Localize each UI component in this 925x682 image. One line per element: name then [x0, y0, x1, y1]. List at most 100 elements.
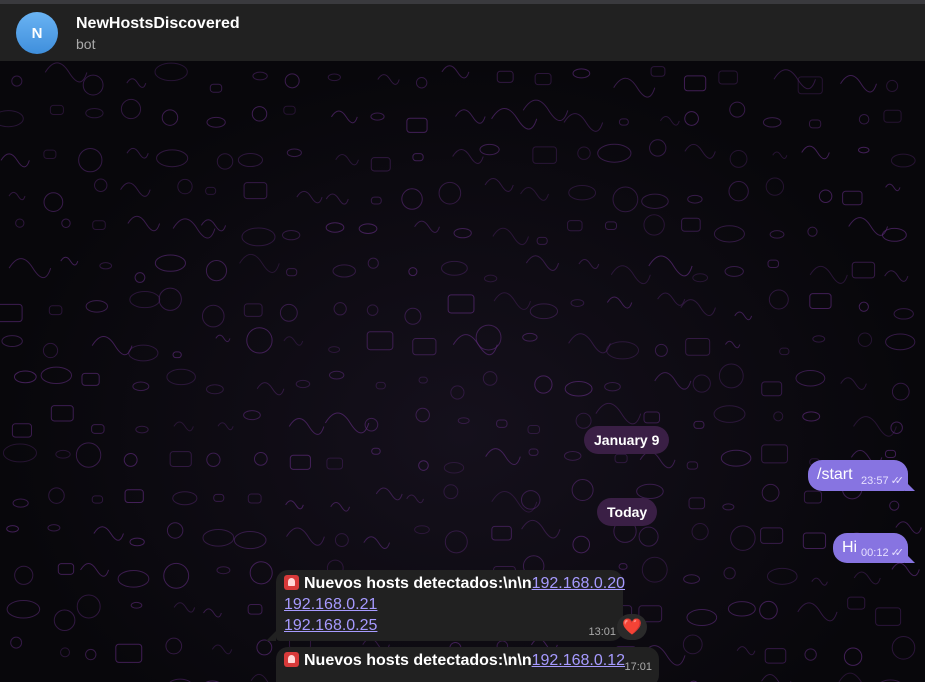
doodle-shape [761, 381, 783, 397]
doodle-shape [251, 106, 268, 122]
doodle-shape [370, 112, 385, 121]
doodle-shape [281, 229, 301, 241]
outgoing-message-start[interactable]: /start 23:57 ✓✓ [808, 460, 908, 491]
doodle-shape [363, 536, 391, 550]
doodle-shape [213, 493, 225, 502]
doodle-shape [412, 153, 424, 162]
doodle-shape [521, 519, 561, 539]
doodle-shape [205, 260, 228, 282]
doodle-shape [534, 73, 552, 86]
doodle-shape [572, 68, 591, 79]
doodle-shape [418, 376, 428, 384]
doodle-shape [327, 73, 341, 82]
doodle-shape [94, 178, 108, 192]
doodle-shape [47, 524, 61, 532]
doodle-shape [618, 118, 629, 126]
doodle-shape [597, 143, 632, 163]
bot-avatar[interactable]: N [16, 12, 58, 54]
doodle-shape [693, 420, 705, 429]
doodle-shape [295, 379, 311, 389]
doodle-shape [682, 634, 703, 655]
doodle-shape [649, 139, 667, 157]
doodle-shape [80, 562, 110, 577]
doodle-shape [643, 214, 665, 236]
doodle-shape [875, 607, 902, 626]
doodle-shape [720, 449, 752, 467]
doodle-shape [654, 372, 692, 390]
doodle-shape [723, 567, 736, 580]
doodle-shape [206, 452, 221, 467]
doodle-shape [718, 363, 744, 389]
host-link[interactable]: 192.168.0.21 [284, 596, 377, 613]
doodle-shape [443, 484, 459, 500]
doodle-shape [885, 333, 916, 351]
doodle-shape [858, 146, 870, 154]
doodle-shape [493, 292, 531, 310]
doodle-shape [803, 490, 822, 504]
doodle-shape [684, 143, 716, 159]
doodle-shape [42, 342, 59, 359]
doodle-shape [43, 149, 57, 159]
doodle-shape [847, 596, 866, 610]
doodle-shape [766, 567, 798, 585]
doodle-shape [165, 637, 183, 655]
doodle-shape [736, 646, 756, 656]
doodle-shape [366, 304, 379, 316]
doodle-shape [82, 74, 104, 96]
siren-emoji-icon [284, 575, 299, 590]
heart-reaction-icon[interactable]: ❤️ [617, 614, 647, 640]
doodle-shape [527, 424, 540, 435]
doodle-shape [895, 521, 922, 534]
doodle-shape [326, 457, 344, 470]
host-link[interactable]: 192.168.0.25 [284, 617, 377, 634]
message-time: 13:01 [588, 626, 616, 638]
doodle-shape [484, 178, 514, 192]
chat-title[interactable]: NewHostsDiscovered [76, 15, 240, 33]
doodle-shape [522, 99, 569, 122]
doodle-shape [370, 196, 382, 205]
doodle-shape [128, 344, 159, 362]
doodle-shape [284, 73, 300, 89]
doodle-shape [681, 217, 701, 232]
doodle-shape [891, 382, 910, 401]
chat-message-area[interactable]: January 9 /start 23:57 ✓✓ Today Hi 00:12 ✓… [0, 61, 925, 682]
doodle-shape [773, 411, 784, 422]
message-meta: 00:12 ✓✓ [861, 546, 904, 559]
doodle-shape [612, 186, 639, 213]
outgoing-message-hi[interactable]: Hi 00:12 ✓✓ [833, 533, 908, 563]
doodle-shape [135, 425, 149, 434]
doodle-shape [163, 562, 190, 589]
doodle-shape [129, 537, 145, 547]
doodle-shape [415, 77, 428, 89]
doodle-shape [48, 305, 63, 316]
doodle-shape [209, 83, 223, 93]
incoming-message-alert[interactable]: Nuevos hosts detectados:\n\n192.168.0.20… [276, 570, 625, 641]
message-text: /start [817, 466, 853, 483]
doodle-shape [532, 146, 557, 164]
incoming-message-alert[interactable]: Nuevos hosts detectados:\n\n192.168.0.12… [276, 647, 659, 682]
doodle-shape [482, 371, 498, 386]
doodle-shape [123, 453, 138, 467]
date-separator: Today [597, 498, 658, 526]
telegram-chat-window: N NewHostsDiscovered bot January 9 /star… [0, 0, 925, 682]
doodle-shape [132, 381, 150, 392]
doodle-shape [124, 489, 144, 503]
doodle-shape [618, 563, 628, 570]
doodle-shape [686, 461, 699, 470]
doodle-shape [283, 336, 304, 346]
doodle-shape [0, 303, 23, 323]
doodle-shape [173, 421, 194, 432]
host-link[interactable]: 192.168.0.20 [532, 575, 625, 592]
doodle-shape [43, 192, 64, 212]
doodle-shape [53, 609, 76, 632]
doodle-shape [857, 332, 873, 347]
chat-header[interactable]: N NewHostsDiscovered bot [0, 4, 925, 61]
doodle-shape [604, 221, 618, 231]
message-line: 192.168.0.21 [284, 596, 377, 614]
host-link[interactable]: 192.168.0.12 [532, 652, 625, 669]
doodle-shape [568, 185, 597, 201]
doodle-shape [237, 153, 263, 168]
doodle-shape [534, 375, 553, 394]
doodle-shape [441, 65, 470, 79]
doodle-shape [91, 336, 133, 356]
